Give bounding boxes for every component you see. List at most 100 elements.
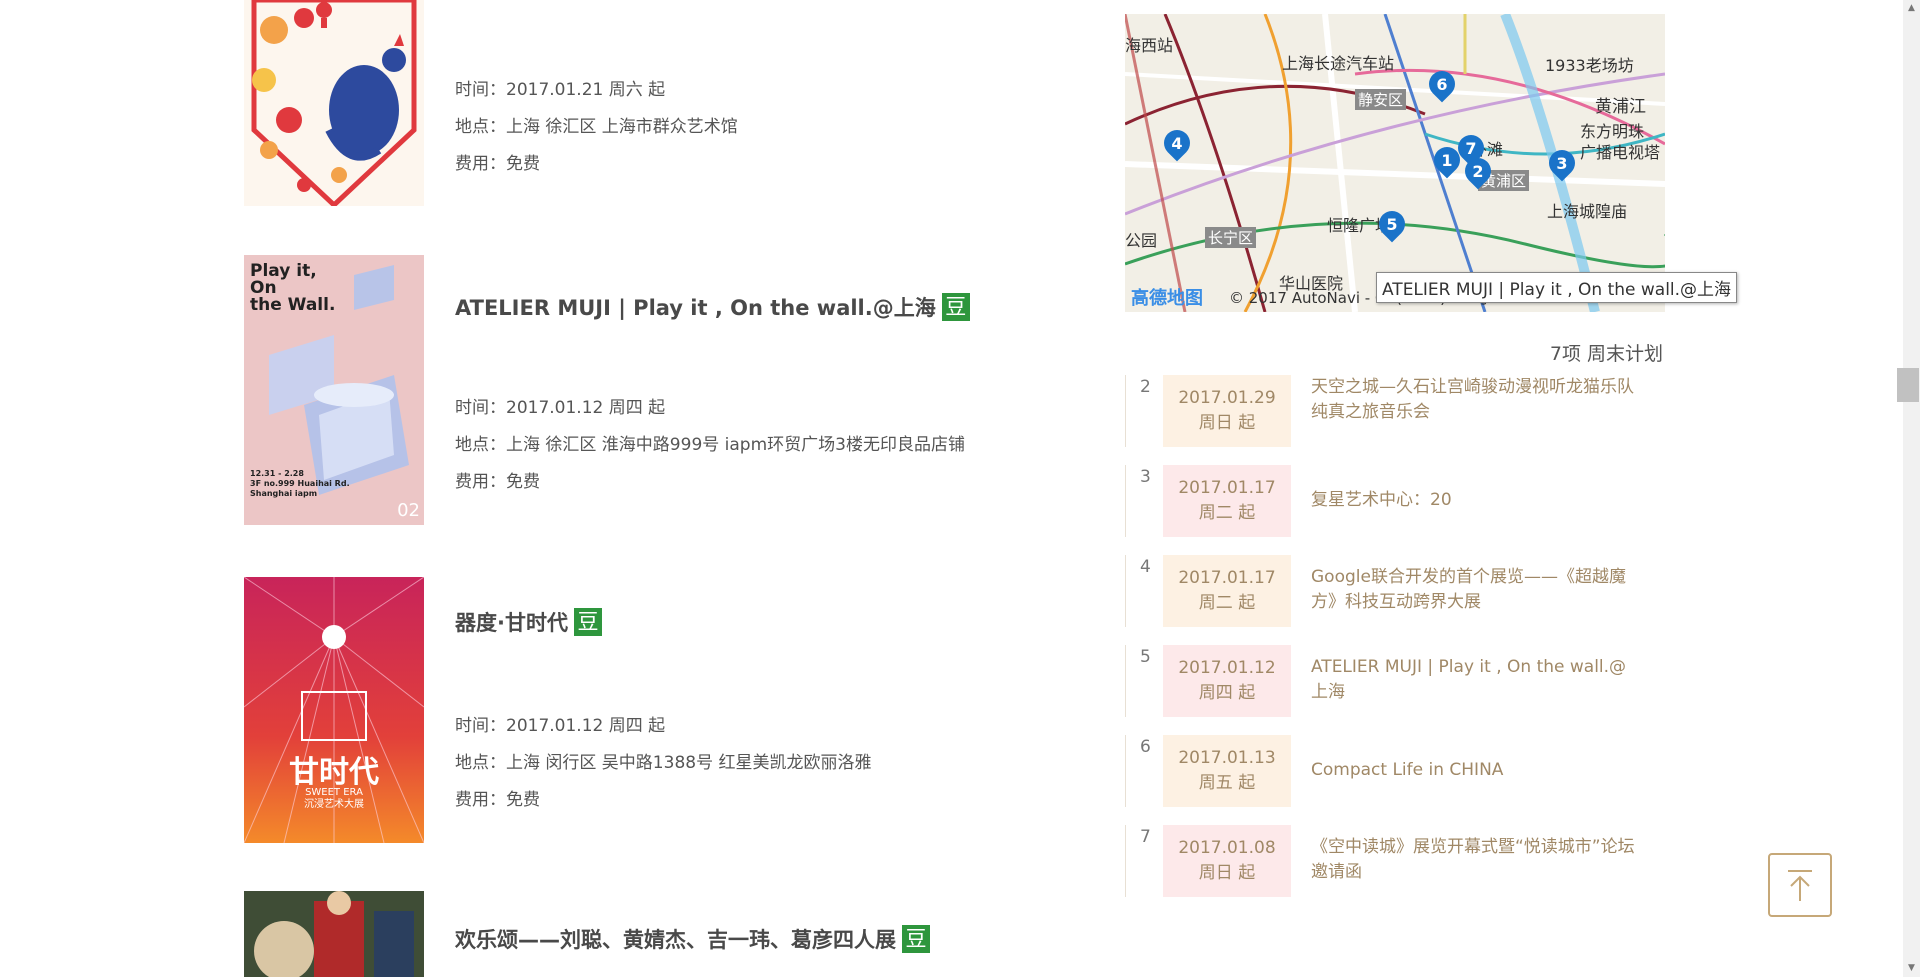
- map-pin-number: 1: [1441, 151, 1453, 170]
- map-pin[interactable]: 6: [1429, 71, 1455, 101]
- plan-item-date: 2017.01.12 周四 起: [1163, 645, 1291, 717]
- map-pin[interactable]: 1: [1434, 147, 1460, 177]
- plan-item-date: 2017.01.08 周日 起: [1163, 825, 1291, 897]
- plan-weekday-text: 周日 起: [1198, 413, 1256, 433]
- plan-item[interactable]: 6 2017.01.13 周五 起 Compact Life in CHINA: [1125, 735, 1666, 807]
- plan-date-text: 2017.01.17: [1178, 568, 1276, 588]
- map-label: 黄浦江: [1595, 97, 1646, 117]
- plan-item-number: 6: [1140, 737, 1151, 757]
- map-pin[interactable]: 5: [1379, 211, 1405, 241]
- map-pin-number: 5: [1386, 215, 1398, 234]
- map-label: 公园: [1125, 231, 1158, 250]
- event-time: 时间：2017.01.12 周四 起: [455, 716, 666, 736]
- poster-number: 02: [397, 500, 420, 521]
- map-pin-tooltip: ATELIER MUJI | Play it , On the wall.@上海: [1376, 272, 1738, 303]
- map-label: 上海城隍庙: [1547, 202, 1628, 221]
- event-fee: 费用：免费: [455, 472, 540, 492]
- page-scrollbar[interactable]: [1903, 0, 1920, 977]
- plan-item-title[interactable]: 天空之城—久石让宫崎骏动漫视听龙猫乐队纯真之旅音乐会: [1311, 375, 1641, 425]
- plan-weekday-text: 周二 起: [1198, 503, 1256, 523]
- map-pin-number: 4: [1171, 134, 1183, 153]
- event-title-text[interactable]: 欢乐颂——刘聪、黄婧杰、吉一玮、葛彦四人展: [455, 924, 896, 954]
- event-title-text[interactable]: ATELIER MUJI | Play it , On the wall.@上海: [455, 292, 936, 322]
- event-poster-painting[interactable]: [244, 891, 424, 977]
- plan-weekday-text: 周日 起: [1198, 863, 1256, 883]
- back-to-top-button[interactable]: [1768, 853, 1832, 917]
- plan-date-text: 2017.01.29: [1178, 388, 1276, 408]
- douban-badge[interactable]: 豆: [941, 293, 970, 321]
- poster-subtitle: 沉浸艺术大展: [304, 799, 364, 810]
- map-pin[interactable]: 3: [1549, 150, 1575, 180]
- douban-badge[interactable]: 豆: [573, 608, 602, 636]
- poster-title: 甘时代: [289, 755, 379, 790]
- event-time: 时间：2017.01.12 周四 起: [455, 398, 666, 418]
- plan-item-number: 5: [1140, 647, 1151, 667]
- plan-item-date: 2017.01.17 周二 起: [1163, 555, 1291, 627]
- plan-item[interactable]: 2 2017.01.29 周日 起 天空之城—久石让宫崎骏动漫视听龙猫乐队纯真之…: [1125, 375, 1666, 447]
- map-label: 上海长途汽车站: [1282, 54, 1395, 73]
- plan-item-number: 3: [1140, 467, 1151, 487]
- plan-count-header: 7项 周末计划: [1549, 343, 1663, 365]
- map-pin-number: 7: [1465, 139, 1477, 158]
- event-meta: 时间：2017.01.12 周四 起 地点：上海 徐汇区 淮海中路999号 ia…: [455, 390, 965, 501]
- map-pin-number: 3: [1556, 154, 1568, 173]
- plan-item-number: 7: [1140, 827, 1151, 847]
- poster-address: 3F no.999 Huaihai Rd.: [250, 479, 350, 488]
- plan-item-title[interactable]: 《空中读城》展览开幕式暨“悦读城市”论坛邀请函: [1311, 835, 1641, 885]
- plan-item-date: 2017.01.17 周二 起: [1163, 465, 1291, 537]
- event-time: 时间：2017.01.21 周六 起: [455, 80, 666, 100]
- event-poster-sweet-era[interactable]: 甘时代 SWEET ERA 沉浸艺术大展: [244, 577, 424, 843]
- event-title[interactable]: ATELIER MUJI | Play it , On the wall.@上海…: [455, 292, 970, 322]
- plan-date-text: 2017.01.12: [1178, 658, 1276, 678]
- event-poster-rooster[interactable]: [244, 0, 424, 206]
- plan-weekday-text: 周四 起: [1198, 683, 1256, 703]
- map-label: 1933老场坊: [1545, 56, 1634, 75]
- map-pin-number: 2: [1472, 162, 1484, 181]
- map-label: 静安区: [1355, 89, 1407, 110]
- poster-subtitle: SWEET ERA: [305, 787, 363, 798]
- poster-dates: 12.31 - 2.28: [250, 469, 304, 478]
- map-pin[interactable]: 4: [1164, 130, 1190, 160]
- plan-weekday-text: 周五 起: [1198, 773, 1256, 793]
- plan-item-date: 2017.01.29 周日 起: [1163, 375, 1291, 447]
- poster-address: Shanghai iapm: [250, 489, 318, 498]
- plan-item[interactable]: 5 2017.01.12 周四 起 ATELIER MUJI | Play it…: [1125, 645, 1666, 717]
- event-title[interactable]: 器度·甘时代 豆: [455, 607, 602, 637]
- plan-date-text: 2017.01.17: [1178, 478, 1276, 498]
- event-location: 地点：上海 徐汇区 淮海中路999号 iapm环贸广场3楼无印良品店铺: [455, 435, 965, 455]
- plan-item[interactable]: 7 2017.01.08 周日 起 《空中读城》展览开幕式暨“悦读城市”论坛邀请…: [1125, 825, 1666, 897]
- event-fee: 费用：免费: [455, 790, 540, 810]
- plan-item[interactable]: 4 2017.01.17 周二 起 Google联合开发的首个展览——《超越魔方…: [1125, 555, 1666, 627]
- plan-item-title[interactable]: Compact Life in CHINA: [1311, 758, 1641, 783]
- plan-date-text: 2017.01.08: [1178, 838, 1276, 858]
- map-label: 海西站: [1125, 36, 1174, 55]
- douban-badge[interactable]: 豆: [902, 925, 930, 953]
- event-fee: 费用：免费: [455, 154, 540, 174]
- event-map[interactable]: 海西站 上海长途汽车站 1933老场坊 静安区 黄浦江 东方明珠 广播电视塔 外…: [1125, 14, 1665, 312]
- plan-weekday-text: 周二 起: [1198, 593, 1256, 613]
- poster-headline: the Wall.: [250, 295, 336, 315]
- event-title-text[interactable]: 器度·甘时代: [455, 607, 568, 637]
- map-provider-logo[interactable]: 高德地图: [1131, 284, 1203, 310]
- plan-item-title[interactable]: Google联合开发的首个展览——《超越魔方》科技互动跨界大展: [1311, 565, 1641, 615]
- event-poster-muji[interactable]: Play it, On the Wall. 12.31 - 2.28 3F no…: [244, 255, 424, 525]
- map-pin-number: 6: [1436, 75, 1448, 94]
- arrow-up-to-line-icon: [1788, 870, 1812, 901]
- event-meta: 时间：2017.01.21 周六 起 地点：上海 徐汇区 上海市群众艺术馆 费用…: [455, 72, 738, 183]
- event-title[interactable]: 欢乐颂——刘聪、黄婧杰、吉一玮、葛彦四人展 豆: [455, 924, 930, 954]
- map-label: 长宁区: [1205, 227, 1257, 248]
- map-pin[interactable]: 7: [1458, 135, 1484, 165]
- event-meta: 时间：2017.01.12 周四 起 地点：上海 闵行区 吴中路1388号 红星…: [455, 708, 871, 819]
- plan-item-title[interactable]: 复星艺术中心：20: [1311, 488, 1641, 513]
- plan-item-date: 2017.01.13 周五 起: [1163, 735, 1291, 807]
- event-location: 地点：上海 徐汇区 上海市群众艺术馆: [455, 117, 738, 137]
- event-location: 地点：上海 闵行区 吴中路1388号 红星美凯龙欧丽洛雅: [455, 753, 872, 773]
- plan-date-text: 2017.01.13: [1178, 748, 1276, 768]
- plan-item-number: 2: [1140, 377, 1151, 397]
- scrollbar-thumb[interactable]: [1897, 368, 1919, 402]
- scroll-down-arrow-icon[interactable]: ▼: [1903, 960, 1920, 977]
- plan-item-title[interactable]: ATELIER MUJI | Play it , On the wall.@上海: [1311, 655, 1641, 705]
- scroll-up-arrow-icon[interactable]: ▲: [1903, 0, 1920, 17]
- plan-item-number: 4: [1140, 557, 1151, 577]
- plan-item[interactable]: 3 2017.01.17 周二 起 复星艺术中心：20: [1125, 465, 1666, 537]
